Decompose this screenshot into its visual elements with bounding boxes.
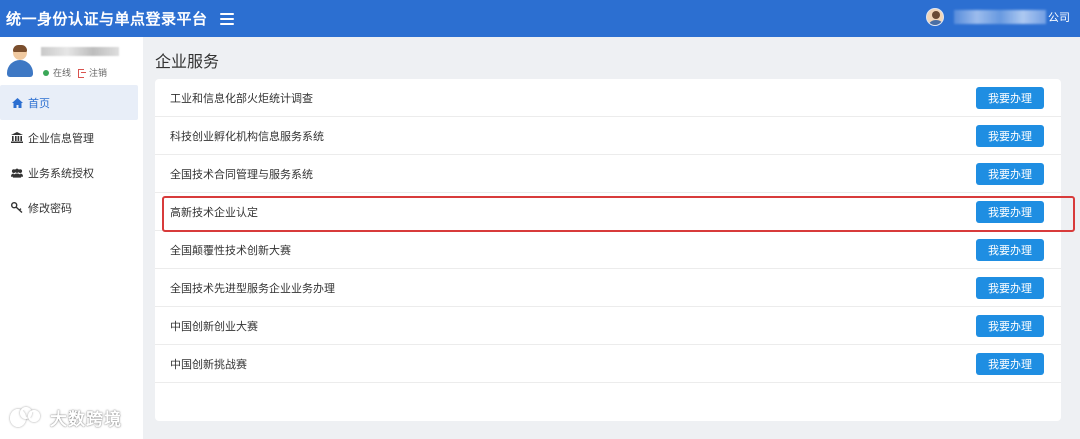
logout-link[interactable]: 注销 — [89, 66, 107, 79]
list-item: 全国技术先进型服务企业业务办理 我要办理 — [155, 269, 1061, 307]
sidebar-item-label: 企业信息管理 — [28, 132, 94, 145]
list-item: 全国技术合同管理与服务系统 我要办理 — [155, 155, 1061, 193]
logout-icon[interactable] — [78, 69, 87, 78]
users-icon — [11, 167, 23, 179]
sidebar: 在线 注销 首页 企业信息管理 业务系统授权 修改密码 — [0, 37, 143, 439]
sidebar-item-home[interactable]: 首页 — [0, 85, 138, 120]
avatar[interactable] — [926, 8, 944, 26]
sidebar-item-label: 业务系统授权 — [28, 167, 94, 180]
handle-button[interactable]: 我要办理 — [976, 124, 1044, 147]
service-name: 中国创新挑战赛 — [170, 358, 247, 371]
list-item: 全国颠覆性技术创新大赛 我要办理 — [155, 231, 1061, 269]
list-item: 高新技术企业认定 我要办理 — [155, 193, 1061, 231]
redacted-company-name — [954, 10, 1046, 24]
sidebar-nav: 首页 企业信息管理 业务系统授权 修改密码 — [0, 85, 143, 225]
user-menu[interactable]: 公司 — [926, 8, 1070, 26]
handle-button[interactable]: 我要办理 — [976, 276, 1044, 299]
list-item: 中国创新创业大赛 我要办理 — [155, 307, 1061, 345]
sidebar-item-company-info[interactable]: 企业信息管理 — [0, 120, 143, 155]
app-title: 统一身份认证与单点登录平台 — [6, 11, 208, 28]
list-item: 科技创业孵化机构信息服务系统 我要办理 — [155, 117, 1061, 155]
sidebar-item-password[interactable]: 修改密码 — [0, 190, 143, 225]
top-navbar: 统一身份认证与单点登录平台 公司 — [0, 0, 1080, 37]
sidebar-item-label: 修改密码 — [28, 202, 72, 215]
bank-icon — [11, 132, 23, 144]
service-name: 科技创业孵化机构信息服务系统 — [170, 130, 324, 143]
service-name: 全国技术合同管理与服务系统 — [170, 168, 313, 181]
company-suffix: 公司 — [1048, 12, 1070, 24]
online-dot-icon — [43, 69, 49, 76]
list-item: 中国创新挑战赛 我要办理 — [155, 345, 1061, 383]
sidebar-item-label: 首页 — [28, 97, 50, 110]
list-item: 工业和信息化部火炬统计调查 我要办理 — [155, 79, 1061, 117]
service-name: 高新技术企业认定 — [170, 206, 258, 219]
handle-button[interactable]: 我要办理 — [976, 314, 1044, 337]
status-online: 在线 — [53, 68, 72, 78]
handle-button[interactable]: 我要办理 — [976, 200, 1044, 223]
page-title: 企业服务 — [155, 54, 220, 71]
main-content: 企业服务 工业和信息化部火炬统计调查 我要办理 科技创业孵化机构信息服务系统 我… — [143, 37, 1080, 439]
service-name: 中国创新创业大赛 — [170, 320, 258, 333]
redacted-user-name — [41, 47, 119, 56]
home-icon — [11, 97, 23, 109]
service-name: 全国技术先进型服务企业业务办理 — [170, 282, 335, 295]
menu-toggle-icon[interactable] — [219, 12, 234, 25]
user-panel: 在线 注销 — [0, 37, 143, 85]
user-status: 在线 注销 — [43, 66, 107, 79]
user-avatar-icon — [6, 45, 34, 77]
sidebar-item-auth[interactable]: 业务系统授权 — [0, 155, 143, 190]
handle-button[interactable]: 我要办理 — [976, 238, 1044, 261]
watermark-text: 大数跨境 — [50, 410, 122, 429]
service-name: 全国颠覆性技术创新大赛 — [170, 244, 291, 257]
watermark: 大数跨境 — [10, 405, 122, 430]
handle-button[interactable]: 我要办理 — [976, 352, 1044, 375]
key-icon — [11, 202, 23, 214]
service-name: 工业和信息化部火炬统计调查 — [170, 92, 313, 105]
user-name — [41, 47, 121, 56]
service-list: 工业和信息化部火炬统计调查 我要办理 科技创业孵化机构信息服务系统 我要办理 全… — [155, 79, 1061, 421]
handle-button[interactable]: 我要办理 — [976, 86, 1044, 109]
watermark-logo-icon — [10, 406, 44, 429]
handle-button[interactable]: 我要办理 — [976, 162, 1044, 185]
